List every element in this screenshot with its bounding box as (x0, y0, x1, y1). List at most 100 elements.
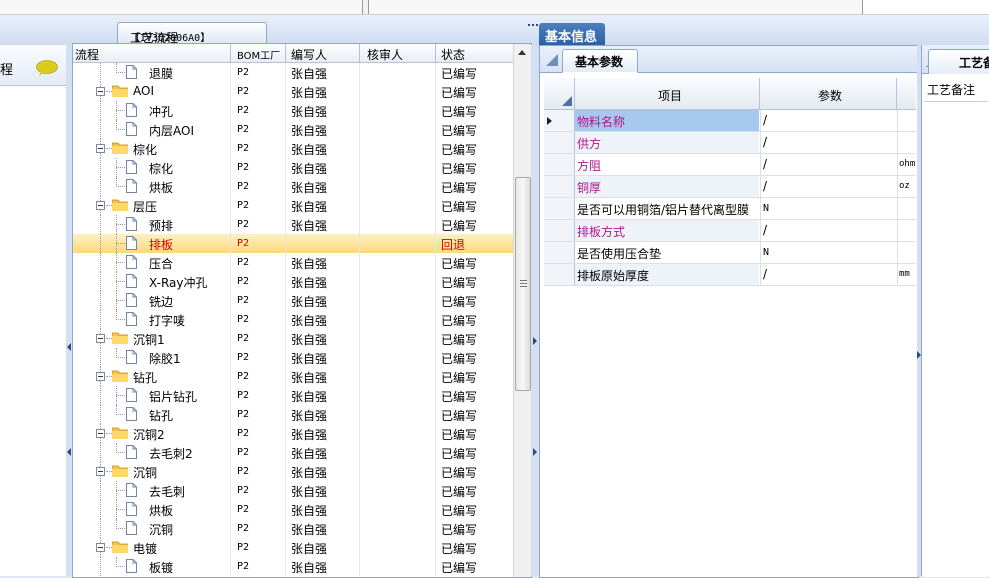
tree-row[interactable]: 沉铜 P2 张自强 已编写 (73, 462, 513, 481)
params-grid-row[interactable]: 物料名称 / (544, 110, 916, 132)
bom-factory-cell: P2 (237, 485, 250, 496)
collapse-right-icon[interactable] (533, 337, 537, 345)
tree-row[interactable]: 钻孔 P2 张自强 已编写 (73, 367, 513, 386)
tree-row[interactable]: 电镀 P2 张自强 已编写 (73, 538, 513, 557)
tree-row[interactable]: 去毛刺 P2 张自强 已编写 (73, 481, 513, 500)
tree-row[interactable]: 内层AOI P2 张自强 已编写 (73, 120, 513, 139)
col-header-bom-factory[interactable]: BOM工厂 (237, 47, 280, 62)
author-cell: 张自强 (291, 276, 328, 290)
row-indicator[interactable] (544, 198, 575, 219)
row-indicator[interactable] (544, 220, 575, 241)
collapse-toggle-icon[interactable] (96, 144, 105, 153)
tree-row[interactable]: 打字唛 P2 张自强 已编写 (73, 310, 513, 329)
splitter[interactable] (531, 45, 539, 576)
basic-info-tab[interactable]: 基本信息 (539, 23, 605, 45)
tree-node-label: 沉铜 (133, 466, 158, 480)
status-cell: 已编写 (441, 428, 478, 442)
status-cell: 已编写 (441, 143, 478, 157)
tree-row[interactable]: X-Ray冲孔 P2 张自强 已编写 (73, 272, 513, 291)
params-grid-row[interactable]: 是否可以用铜箔/铝片替代离型膜 N (544, 198, 916, 220)
collapse-toggle-icon[interactable] (96, 467, 105, 476)
row-indicator[interactable] (544, 242, 575, 263)
params-grid-row[interactable]: 铜厚 / oz (544, 176, 916, 198)
col-header-status[interactable]: 状态 (441, 46, 465, 63)
col-header-item[interactable]: 项目 (658, 87, 682, 104)
param-value-cell[interactable]: / (760, 154, 897, 175)
basic-params-tab[interactable]: 基本参数 (562, 49, 638, 73)
tree-row[interactable]: 板镀 P2 张自强 已编写 (73, 557, 513, 576)
tree-row[interactable]: 退膜 P2 张自强 已编写 (73, 63, 513, 82)
speech-bubble-icon[interactable] (36, 60, 58, 76)
process-remark-tab[interactable]: 工艺备注 (928, 49, 989, 74)
tree-header: 流程 BOM工厂 编写人 核审人 状态 (73, 44, 513, 63)
param-unit-cell: mm (897, 264, 917, 285)
col-header-param[interactable]: 参数 (818, 87, 842, 104)
param-value-cell[interactable]: / (760, 176, 897, 197)
author-cell: 张自强 (291, 86, 328, 100)
tree-row[interactable]: 排板 P2 回退 (73, 234, 513, 253)
tree-row[interactable]: 压合 P2 张自强 已编写 (73, 253, 513, 272)
tree-row[interactable]: 铝片钻孔 P2 张自强 已编写 (73, 386, 513, 405)
scroll-up-icon[interactable] (518, 50, 526, 55)
tree-row[interactable]: 除胶1 P2 张自强 已编写 (73, 348, 513, 367)
folder-icon (112, 199, 128, 211)
tree-node-label: 沉铜1 (133, 333, 165, 347)
param-value-cell[interactable]: N (760, 242, 897, 263)
tree-row[interactable]: 层压 P2 张自强 已编写 (73, 196, 513, 215)
param-value-cell[interactable]: / (760, 264, 897, 285)
collapse-left-icon[interactable] (67, 343, 71, 351)
status-cell: 已编写 (441, 200, 478, 214)
tree-row[interactable]: 去毛刺2 P2 张自强 已编写 (73, 443, 513, 462)
params-grid-row[interactable]: 排板原始厚度 / mm (544, 264, 916, 286)
process-remark-textarea[interactable] (924, 101, 988, 577)
collapse-toggle-icon[interactable] (96, 372, 105, 381)
bom-factory-cell: P2 (237, 390, 250, 401)
tree-row[interactable]: 棕化 P2 张自强 已编写 (73, 139, 513, 158)
tree-row[interactable]: 烘板 P2 张自强 已编写 (73, 500, 513, 519)
param-value-cell[interactable]: / (760, 132, 897, 153)
tree-row[interactable]: 沉铜2 P2 张自强 已编写 (73, 424, 513, 443)
tree-row[interactable]: 烘板 P2 张自强 已编写 (73, 177, 513, 196)
tree-row[interactable]: AOI P2 张自强 已编写 (73, 82, 513, 101)
params-grid-row[interactable]: 方阻 / ohm (544, 154, 916, 176)
row-indicator[interactable] (544, 176, 575, 197)
tree-row[interactable]: 铣边 P2 张自强 已编写 (73, 291, 513, 310)
params-grid-row[interactable]: 是否使用压合垫 N (544, 242, 916, 264)
collapse-toggle-icon[interactable] (96, 334, 105, 343)
collapse-toggle-icon[interactable] (96, 87, 105, 96)
tree-row[interactable]: 冲孔 P2 张自强 已编写 (73, 101, 513, 120)
collapse-toggle-icon[interactable] (96, 543, 105, 552)
param-value-cell[interactable]: / (760, 220, 897, 241)
process-flow-tab[interactable]: 【IV3Q2006A0】 工艺流程 (117, 22, 267, 45)
tree-row[interactable]: 沉铜 P2 张自强 已编写 (73, 519, 513, 538)
status-cell: 已编写 (441, 390, 478, 404)
param-value-cell[interactable]: / (760, 110, 897, 131)
tree-row[interactable]: 棕化 P2 张自强 已编写 (73, 158, 513, 177)
scrollbar-thumb[interactable] (515, 177, 531, 391)
collapse-toggle-icon[interactable] (96, 201, 105, 210)
status-cell: 已编写 (441, 371, 478, 385)
tree-node-label: 内层AOI (149, 124, 194, 138)
param-value-cell[interactable]: N (760, 198, 897, 219)
tree-vertical-scrollbar[interactable] (513, 44, 531, 577)
tree-node-label: AOI (133, 84, 154, 98)
collapse-toggle-icon[interactable] (96, 429, 105, 438)
col-header-author[interactable]: 编写人 (291, 46, 327, 63)
row-indicator[interactable] (544, 110, 575, 131)
row-indicator[interactable] (544, 132, 575, 153)
collapse-right-icon[interactable] (533, 448, 537, 456)
tree-row[interactable]: 预排 P2 张自强 已编写 (73, 215, 513, 234)
col-header-reviewer[interactable]: 核审人 (367, 46, 403, 63)
col-header-process[interactable]: 流程 (75, 46, 99, 63)
tree-row[interactable]: 沉铜1 P2 张自强 已编写 (73, 329, 513, 348)
document-icon (126, 521, 137, 535)
author-cell: 张自强 (291, 561, 328, 575)
row-indicator[interactable] (544, 264, 575, 285)
collapse-left-icon[interactable] (67, 448, 71, 456)
row-indicator[interactable] (544, 154, 575, 175)
params-grid-row[interactable]: 排板方式 / (544, 220, 916, 242)
params-grid-row[interactable]: 供方 / (544, 132, 916, 154)
toolbar-segment (862, 0, 989, 14)
tree-row[interactable]: 钻孔 P2 张自强 已编写 (73, 405, 513, 424)
splitter-grip[interactable] (528, 17, 568, 26)
